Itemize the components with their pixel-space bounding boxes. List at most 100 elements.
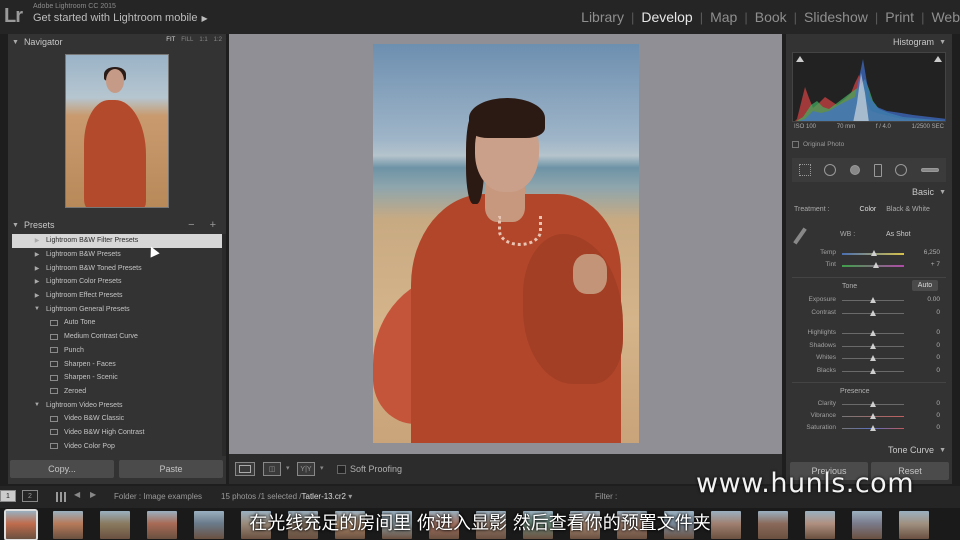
tint-knob[interactable] — [873, 262, 880, 268]
copy-button[interactable]: Copy... — [10, 460, 114, 478]
navigator-preview[interactable] — [65, 54, 169, 208]
histogram-header[interactable]: Histogram ▼ — [786, 34, 952, 50]
identity-plate[interactable]: Get started with Lightroom mobile ▶ — [33, 12, 208, 24]
zoom-fill[interactable]: FILL — [181, 37, 193, 43]
preset-item[interactable]: Sharpen - Scenic — [12, 371, 222, 385]
preset-item[interactable]: Sharpen - Faces — [12, 357, 222, 371]
preset-folder[interactable]: ▼ Lightroom General Presets — [12, 302, 222, 316]
collapsed-triangle-icon[interactable]: ▶ — [32, 292, 42, 299]
compare-view-icon[interactable]: ◫ — [263, 462, 281, 476]
contrast-value[interactable]: 0 — [936, 309, 940, 316]
highlights-slider-row[interactable]: Highlights 0 — [794, 329, 944, 339]
zoom-1-1[interactable]: 1:1 — [199, 37, 207, 43]
graduated-filter-icon[interactable] — [873, 163, 882, 177]
tone-curve-header[interactable]: Tone Curve ▼ — [786, 442, 952, 458]
vibrance-knob[interactable] — [870, 413, 876, 419]
window-1-button[interactable]: 1 — [0, 490, 16, 502]
treatment-black-white[interactable]: Black & White — [886, 206, 930, 213]
collapsed-triangle-icon[interactable]: ▶ — [32, 278, 42, 285]
blacks-knob[interactable] — [870, 368, 876, 374]
saturation-value[interactable]: 0 — [936, 424, 940, 431]
exposure-slider-row[interactable]: Exposure 0.00 — [794, 296, 944, 306]
contrast-slider-row[interactable]: Contrast 0 — [794, 309, 944, 319]
grid-view-icon[interactable] — [56, 492, 66, 502]
preset-item[interactable]: Zeroed — [12, 385, 222, 399]
vibrance-value[interactable]: 0 — [936, 412, 940, 419]
module-develop[interactable]: Develop — [634, 9, 699, 25]
forward-arrow-icon[interactable]: ▶ — [90, 490, 96, 499]
preset-folder[interactable]: ▼ Lightroom Video Presets — [12, 398, 222, 412]
highlight-clipping-icon[interactable] — [934, 56, 942, 62]
contrast-knob[interactable] — [870, 310, 876, 316]
treatment-color[interactable]: Color — [860, 206, 877, 213]
exposure-knob[interactable] — [870, 297, 876, 303]
adjustment-brush-icon[interactable] — [921, 168, 940, 172]
module-web[interactable]: Web — [924, 9, 960, 25]
tint-slider-row[interactable]: Tint + 7 — [794, 261, 944, 271]
presets-add-remove[interactable]: − + — [188, 219, 222, 231]
soft-proofing-checkbox[interactable] — [337, 465, 346, 474]
module-print[interactable]: Print — [878, 9, 921, 25]
temp-slider-row[interactable]: Temp 6,250 — [794, 249, 944, 259]
compare-dropdown-icon[interactable]: ▾ — [286, 464, 290, 472]
back-arrow-icon[interactable]: ◀ — [74, 490, 80, 499]
loupe-view-icon[interactable] — [235, 462, 255, 476]
preset-scrollbar[interactable] — [222, 234, 226, 456]
temp-knob[interactable] — [871, 250, 878, 256]
paste-button[interactable]: Paste — [119, 460, 223, 478]
zoom-1-2[interactable]: 1:2 — [214, 37, 222, 43]
highlights-knob[interactable] — [870, 330, 876, 336]
eyedropper-icon[interactable] — [793, 227, 807, 245]
whites-slider-row[interactable]: Whites 0 — [794, 354, 944, 364]
histogram-graph[interactable] — [792, 52, 946, 122]
shadows-slider-row[interactable]: Shadows 0 — [794, 342, 944, 352]
wb-dropdown[interactable]: As Shot — [886, 231, 911, 238]
collapsed-triangle-icon[interactable]: ▶ — [32, 237, 42, 244]
before-after-icon[interactable]: Y|Y — [297, 462, 315, 476]
blacks-value[interactable]: 0 — [936, 367, 940, 374]
image-canvas[interactable] — [229, 34, 782, 454]
clarity-value[interactable]: 0 — [936, 400, 940, 407]
collapsed-triangle-icon[interactable]: ▶ — [32, 251, 42, 258]
clarity-slider-row[interactable]: Clarity 0 — [794, 400, 944, 410]
radial-filter-icon[interactable] — [895, 164, 908, 176]
preset-folder[interactable]: ▶ Lightroom Color Presets — [12, 275, 222, 289]
spot-removal-icon[interactable] — [824, 164, 837, 176]
red-eye-icon[interactable] — [850, 165, 861, 175]
exposure-value[interactable]: 0.00 — [927, 296, 940, 303]
auto-tone-button[interactable]: Auto — [912, 280, 938, 291]
window-2-button[interactable]: 2 — [22, 490, 38, 502]
saturation-knob[interactable] — [870, 425, 876, 431]
source-folder[interactable]: Folder : Image examples — [114, 492, 202, 501]
preset-folder[interactable]: ▶ Lightroom B&W Filter Presets — [12, 234, 222, 248]
preset-folder[interactable]: ▶ Lightroom Effect Presets — [12, 289, 222, 303]
preset-folder[interactable]: ▶ Lightroom B&W Toned Presets — [12, 261, 222, 275]
preset-item[interactable]: Medium Contrast Curve — [12, 330, 222, 344]
whites-value[interactable]: 0 — [936, 354, 940, 361]
preset-item[interactable]: Punch — [12, 344, 222, 358]
photo-count[interactable]: 15 photos /1 selected /Tatler-13.cr2 ▾ — [221, 492, 352, 501]
tint-value[interactable]: + 7 — [931, 261, 940, 268]
preset-item[interactable]: Video B&W Classic — [12, 412, 222, 426]
module-slideshow[interactable]: Slideshow — [797, 9, 875, 25]
crop-grid-icon[interactable] — [798, 164, 811, 176]
shadow-clipping-icon[interactable] — [796, 56, 804, 62]
basic-header[interactable]: Basic ▼ — [786, 184, 952, 200]
zoom-fit[interactable]: FIT — [166, 37, 175, 43]
shadows-knob[interactable] — [870, 343, 876, 349]
collapsed-triangle-icon[interactable]: ▶ — [32, 265, 42, 272]
module-map[interactable]: Map — [703, 9, 744, 25]
original-photo-checkbox[interactable] — [792, 141, 799, 148]
temp-value[interactable]: 6,250 — [924, 249, 940, 256]
expanded-triangle-icon[interactable]: ▼ — [32, 402, 42, 408]
original-photo-toggle[interactable]: Original Photo — [792, 141, 844, 148]
main-photo[interactable] — [373, 44, 639, 443]
preset-item[interactable]: Video Color Pop — [12, 439, 222, 453]
vibrance-slider-row[interactable]: Vibrance 0 — [794, 412, 944, 422]
before-after-dropdown-icon[interactable]: ▾ — [320, 464, 324, 472]
presets-header[interactable]: ▼ Presets − + — [8, 217, 226, 233]
preset-item[interactable]: Video B&W High Contrast — [12, 426, 222, 440]
module-book[interactable]: Book — [748, 9, 794, 25]
preset-folder[interactable]: ▶ Lightroom B&W Presets — [12, 248, 222, 262]
clarity-knob[interactable] — [870, 401, 876, 407]
